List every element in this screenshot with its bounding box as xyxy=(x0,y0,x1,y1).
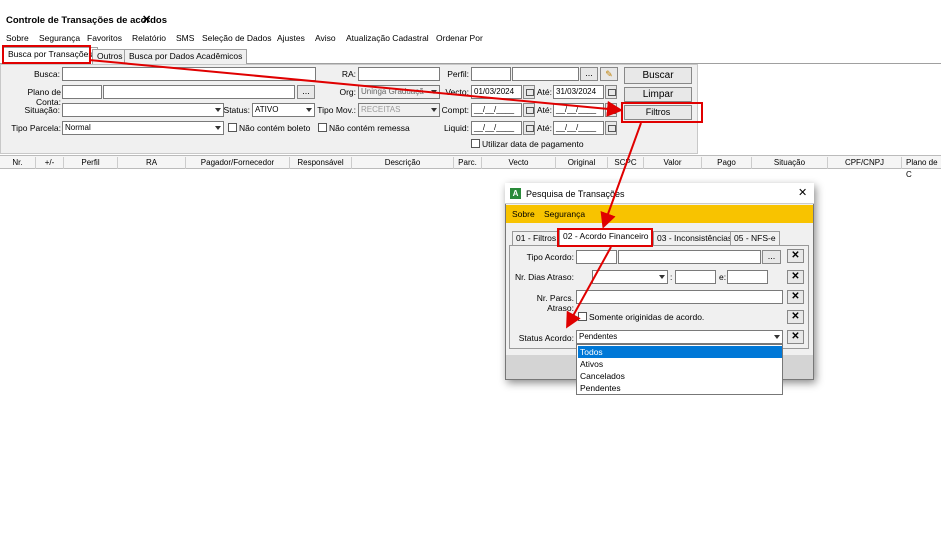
arrow-to-status-acordo xyxy=(566,246,612,329)
arrow-to-filtros xyxy=(88,59,623,117)
arrow-to-acordo-tab xyxy=(600,122,642,229)
annotation-arrows xyxy=(88,59,642,329)
